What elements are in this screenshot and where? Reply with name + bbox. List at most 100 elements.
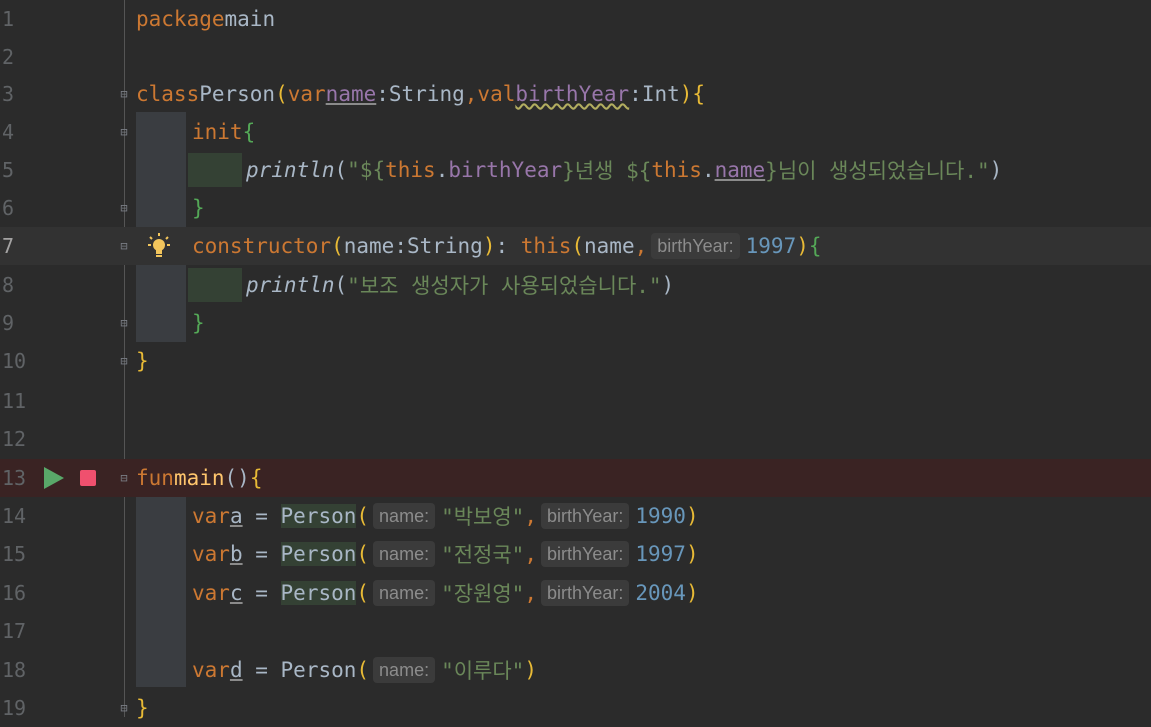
keyword: this [651,158,702,182]
class-call: Person [280,504,357,528]
class-call: Person [280,542,357,566]
string: "전정국" [441,543,525,567]
code-line-breakpoint: 13 ⊟ fun main() { [0,459,1151,497]
number: 1997 [745,234,797,258]
line-number: 13 [2,466,27,490]
function-call: println [246,158,335,182]
code-text[interactable]: fun main() { [136,466,262,490]
property: birthYear [515,82,630,106]
code-line: 6 ⊟ } [0,189,1151,227]
param-hint: birthYear: [540,580,630,606]
code-line: 10 ⊟ } [0,342,1151,380]
string: "${ [347,158,386,182]
fold-open-icon[interactable]: ⊟ [117,470,131,486]
class-name: Person [199,82,276,106]
property: birthYear [448,158,563,182]
variable: c [229,581,243,605]
line-number: 1 [2,7,15,31]
code-text[interactable]: println("보조 생성자가 사용되었습니다.") [188,268,674,302]
string: "보조 생성자가 사용되었습니다." [347,274,662,298]
line-number: 10 [2,349,27,373]
line-number: 18 [2,658,27,682]
keyword: fun [136,466,174,490]
code-line: 2 [0,38,1151,76]
code-line: 16 var c = Person(name: "장원영", birthYear:… [0,574,1151,612]
code-text[interactable]: package main [136,7,275,31]
type: String [406,234,483,258]
line-number: 19 [2,696,27,720]
param-hint: birthYear: [651,233,740,259]
fold-close-icon[interactable]: ⊟ [117,200,131,216]
class-call: Person [280,581,357,605]
code-text[interactable]: } [136,696,149,720]
keyword: var [287,82,326,106]
code-text[interactable]: constructor(name: String): this(name, bir… [192,233,822,259]
line-number: 17 [2,619,27,643]
number: 1990 [635,504,686,528]
function-call: println [246,273,335,297]
line-number: 16 [2,581,27,605]
lightbulb-icon[interactable] [148,233,170,259]
fold-open-icon[interactable]: ⊟ [117,86,131,102]
keyword: var [192,504,230,528]
code-line: 18 var d = Person(name: "이루다") [0,651,1151,689]
variable: a [229,504,243,528]
code-line: 15 var b = Person(name: "전정국", birthYear:… [0,535,1151,573]
param-hint: birthYear: [540,541,630,567]
code-text[interactable]: var c = Person(name: "장원영", birthYear: 200… [192,578,699,608]
identifier: main [224,7,276,31]
code-line: 19 ⊟ } [0,689,1151,727]
code-line: 11 [0,382,1151,420]
keyword: class [136,82,200,106]
class-call: Person [280,658,357,682]
fold-close-icon[interactable]: ⊟ [117,353,131,369]
code-text[interactable]: var b = Person(name: "전정국", birthYear: 199… [192,539,699,569]
type: Int [641,82,680,106]
code-text[interactable]: } [192,196,205,220]
line-number: 8 [2,273,15,297]
code-line: 3 ⊟ class Person(var name: String, val bi… [0,75,1151,113]
code-text[interactable]: var a = Person(name: "박보영", birthYear: 199… [192,501,699,531]
whitespace-highlight [188,153,242,187]
variable: b [229,542,243,566]
param-hint: name: [373,541,436,567]
line-number: 9 [2,311,15,335]
code-line: 4 ⊟ init { [0,113,1151,151]
code-text[interactable]: class Person(var name: String, val birthY… [136,82,705,106]
line-number: 4 [2,120,15,144]
keyword: this [520,234,572,258]
code-line: 12 [0,420,1151,458]
line-number: 5 [2,158,15,182]
fold-open-icon[interactable]: ⊟ [117,238,131,254]
code-text[interactable]: var d = Person(name: "이루다") [192,655,537,685]
keyword: var [192,542,230,566]
keyword: init [192,120,243,144]
param-hint: name: [373,657,436,683]
line-number: 14 [2,504,27,528]
string: "이루다" [441,659,525,683]
string: }년생 ${ [562,159,652,183]
fold-open-icon[interactable]: ⊟ [117,124,131,140]
param-hint: name: [373,580,436,606]
keyword: var [192,658,230,682]
string: "장원영" [441,582,525,606]
number: 2004 [635,581,686,605]
breakpoint-icon[interactable] [80,470,96,486]
code-text[interactable]: println("${this. birthYear}년생 ${this. name… [188,153,1002,187]
code-text[interactable]: } [192,311,205,335]
param-hint: name: [373,503,436,529]
fold-close-icon[interactable]: ⊟ [117,315,131,331]
line-number: 3 [2,82,15,106]
line-number: 11 [2,389,27,413]
line-number: 6 [2,196,15,220]
param: name [343,234,395,258]
code-text[interactable]: } [136,349,149,373]
function-name: main [173,466,225,490]
keyword: var [192,581,230,605]
code-line: 1 package main [0,0,1151,38]
fold-close-icon[interactable]: ⊟ [117,700,131,716]
code-text[interactable]: init { [192,120,255,144]
number: 1997 [635,542,686,566]
line-number: 2 [2,45,15,69]
run-icon[interactable] [44,467,64,489]
